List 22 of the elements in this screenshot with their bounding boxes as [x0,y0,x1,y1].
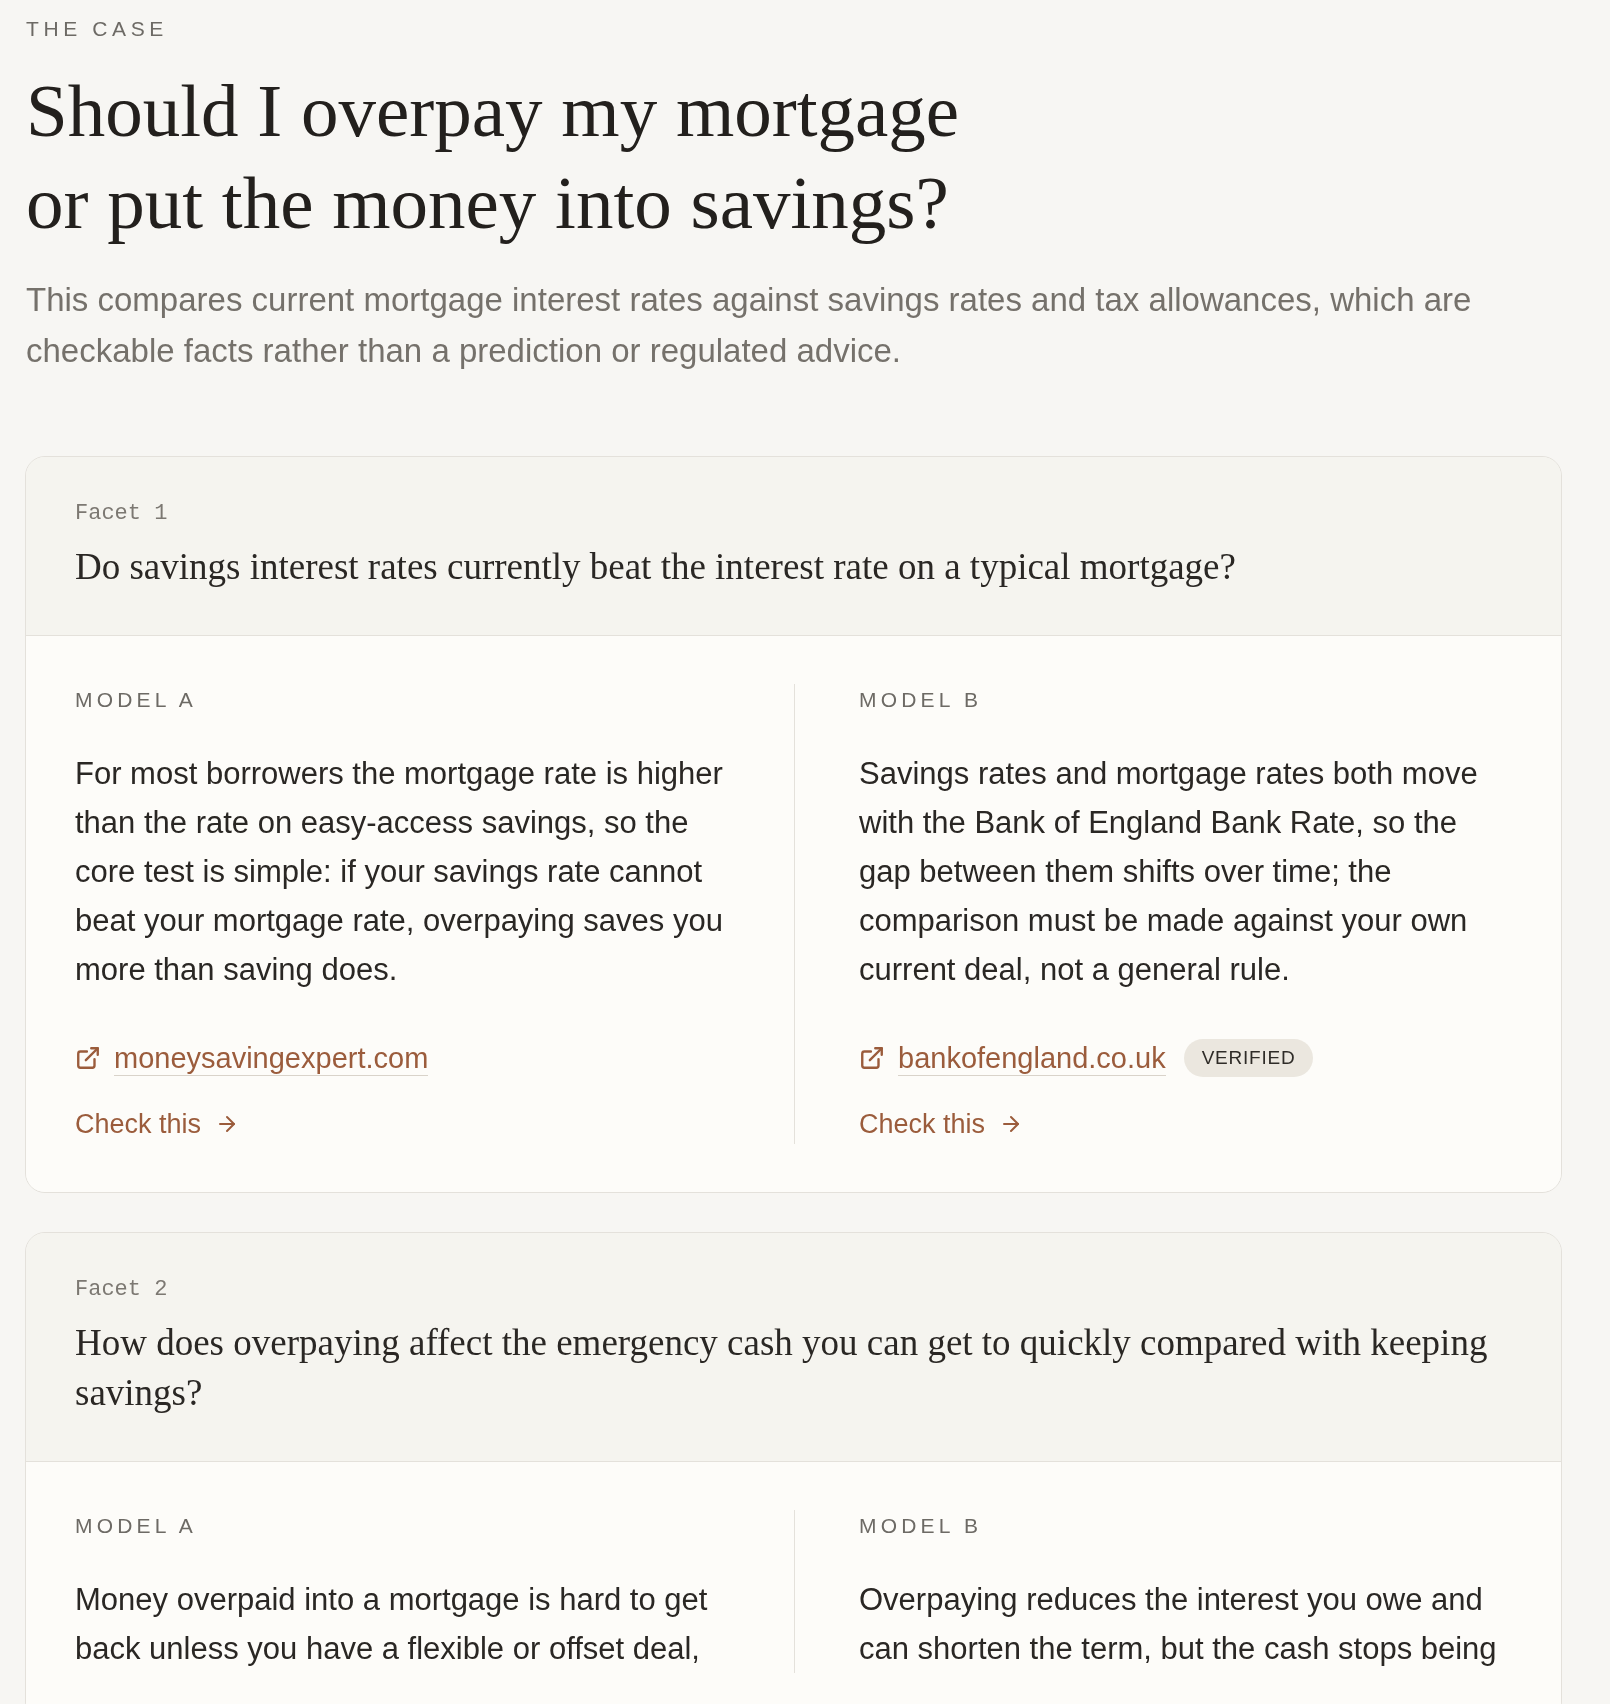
answer-text: Savings rates and mortgage rates both move with the Bank of England Bank Rate, so the gap between them shifts over time; the comparison must be made against your own current deal, not a general rule. [859,755,1479,989]
check-this-link[interactable]: Check this [859,1104,1024,1144]
model-label: MODEL B [859,687,983,713]
check-this-link[interactable]: Check this [75,1104,240,1144]
model-label: MODEL A [75,1513,197,1539]
section-label: THE CASE [25,16,168,42]
source-link[interactable]: moneysavingexpert.com [114,1040,429,1076]
intro-paragraph: This compares current mortgage interest rates against savings rates and tax allowances, which are checkable facts rather than a prediction or regulated advice. [25,280,1473,371]
facet-label: Facet 2 [75,1276,168,1304]
verified-badge: VERIFIED [1183,1039,1314,1077]
external-link-icon [75,1045,101,1071]
model-label: MODEL A [75,687,197,713]
answer-text: Overpaying reduces the interest you owe and can shorten the term, but the cash stops being [859,1581,1498,1668]
answer-text: Money overpaid into a mortgage is hard to get back unless you have a flexible or offset deal, [75,1581,709,1668]
source-link[interactable]: bankofengland.co.uk [898,1040,1166,1076]
external-link-icon [859,1045,885,1071]
facet-label: Facet 1 [75,500,168,528]
model-label: MODEL B [859,1513,983,1539]
facet-question: How does overpaying affect the emergency cash you can get to quickly compared with keeping savings? [75,1321,1489,1415]
page-title: Should I overpay my mortgage or put the money into savings? [25,68,961,246]
facet-question: Do savings interest rates currently beat the interest rate on a typical mortgage? [75,545,1237,589]
answer-text: For most borrowers the mortgage rate is higher than the rate on easy-access savings, so the core test is simple: if your savings rate cannot beat your mortgage rate, overpaying saves you more than saving does. [75,755,724,989]
